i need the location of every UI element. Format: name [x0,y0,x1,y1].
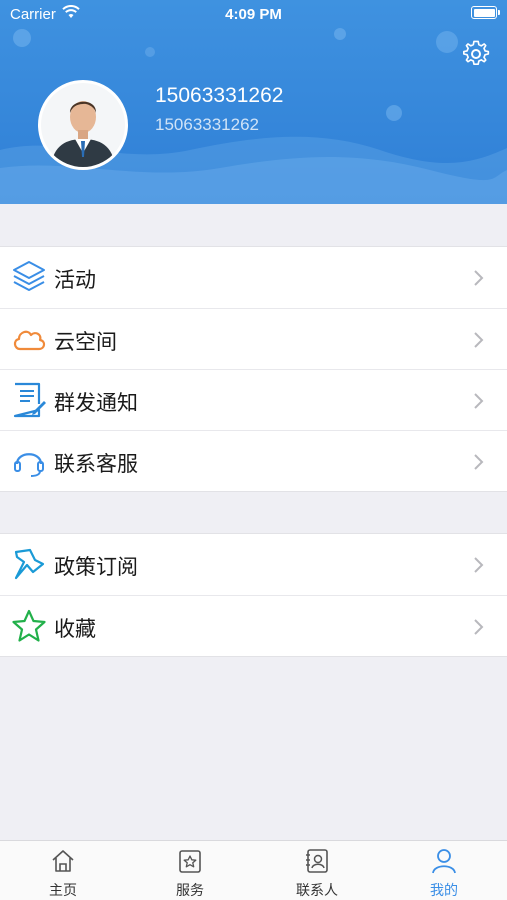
cloud-icon [13,330,46,351]
menu-item-label: 联系客服 [54,453,138,476]
user-portrait-icon [41,83,125,167]
menu-item-activities[interactable]: 活动 [0,247,507,308]
document-edit-icon [13,382,46,418]
chevron-right-icon [474,393,484,409]
tab-label: 服务 [176,882,204,898]
status-bar: Carrier 4:09 PM [0,0,507,28]
menu-item-label: 活动 [54,269,96,292]
menu-group-secondary: 政策订阅 收藏 [0,533,507,657]
profile-header: Carrier 4:09 PM 15063331262 15063331262 [0,0,507,204]
battery-icon [471,6,500,19]
tab-mine[interactable]: 我的 [381,841,507,900]
tab-label: 我的 [430,882,458,898]
menu-item-label: 政策订阅 [54,556,138,579]
menu-item-label: 收藏 [54,618,96,641]
tab-bar: 主页 服务 联系人 我的 [0,840,507,900]
user-account-id: 15063331262 [155,115,260,134]
menu-item-cloud-space[interactable]: 云空间 [0,308,507,369]
layers-icon [13,261,45,291]
headset-icon [14,453,44,477]
settings-gear-icon[interactable] [462,40,490,68]
tab-contacts[interactable]: 联系人 [254,841,380,900]
chevron-right-icon [474,619,484,635]
menu-item-broadcast-notice[interactable]: 群发通知 [0,369,507,430]
tab-home[interactable]: 主页 [0,841,126,900]
tab-label: 联系人 [296,882,338,898]
service-icon [179,850,201,873]
contacts-icon [306,849,328,873]
chevron-right-icon [474,332,484,348]
avatar[interactable] [38,80,128,170]
menu-item-label: 云空间 [54,331,117,354]
menu-item-policy-subscription[interactable]: 政策订阅 [0,534,507,595]
person-icon [432,849,456,874]
tab-label: 主页 [49,882,77,898]
chevron-right-icon [474,270,484,286]
menu-group-primary: 活动 云空间 群发通知 联系客服 [0,246,507,492]
tab-services[interactable]: 服务 [127,841,253,900]
menu-item-customer-service[interactable]: 联系客服 [0,430,507,491]
home-icon [52,850,74,872]
chevron-right-icon [474,557,484,573]
chevron-right-icon [474,454,484,470]
star-icon [12,609,46,642]
user-phone-number: 15063331262 [155,84,284,107]
status-time: 4:09 PM [225,6,282,23]
pin-icon [14,548,45,580]
menu-item-label: 群发通知 [54,392,138,415]
menu-item-favorites[interactable]: 收藏 [0,595,507,656]
